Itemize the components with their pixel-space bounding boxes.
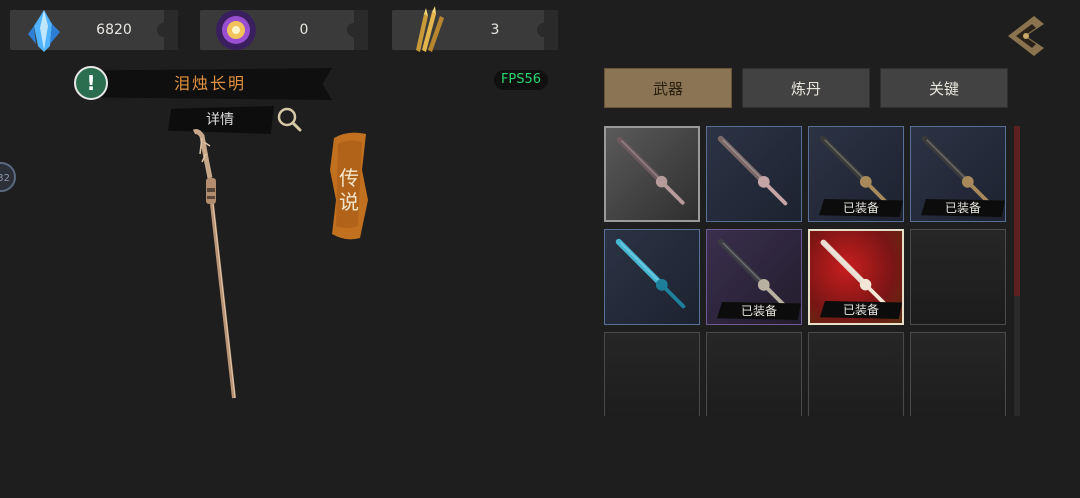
spear-icon — [615, 238, 686, 309]
inventory-slot[interactable] — [604, 126, 700, 222]
arrows-amount: 3 — [490, 22, 500, 38]
currency-orb[interactable]: 0 — [200, 10, 368, 50]
info-icon[interactable]: ! — [74, 66, 108, 100]
inventory-scrollbar[interactable] — [1014, 126, 1020, 416]
inventory-slot[interactable] — [706, 332, 802, 416]
golden-arrows-icon — [416, 6, 444, 52]
slot-notch — [347, 10, 368, 50]
magnifier-icon[interactable] — [274, 104, 304, 134]
inventory-grid: 已装备 已装备 已装备 已装备 — [604, 126, 1008, 416]
inventory-slot[interactable] — [910, 332, 1006, 416]
tab-weapons[interactable]: 武器 — [604, 68, 732, 108]
equipped-tag: 已装备 — [820, 301, 902, 319]
slot-notch — [157, 10, 178, 50]
crystal-amount: 6820 — [96, 22, 132, 38]
fps-counter: FPS56 — [494, 70, 548, 90]
sword-icon — [717, 135, 788, 206]
inventory-slot[interactable] — [910, 229, 1006, 325]
inventory-slot[interactable]: 已装备 — [808, 229, 904, 325]
equipped-tag: 已装备 — [717, 302, 801, 320]
back-arrow-icon[interactable] — [1006, 14, 1046, 58]
tab-key-items[interactable]: 关键 — [880, 68, 1008, 108]
equipped-tag: 已装备 — [819, 199, 903, 217]
side-badge[interactable]: 32 — [0, 162, 16, 192]
weapon-staff-illustration — [192, 129, 236, 399]
inventory-slot[interactable] — [604, 332, 700, 416]
currency-crystal[interactable]: 6820 — [10, 10, 178, 52]
weapon-name: 泪烛长明 — [173, 74, 246, 93]
rarity-label: 传说 — [339, 166, 359, 214]
slot-notch — [537, 10, 558, 50]
golden-orb-icon — [216, 10, 256, 50]
inventory-slot[interactable]: 已装备 — [808, 126, 904, 222]
inventory-slot[interactable] — [706, 126, 802, 222]
inventory-slot[interactable] — [604, 229, 700, 325]
currency-arrows[interactable]: 3 — [392, 6, 558, 52]
inventory-slot[interactable]: 已装备 — [910, 126, 1006, 222]
blue-crystal-icon — [28, 10, 60, 52]
inventory-slot[interactable] — [808, 332, 904, 416]
inventory-slot[interactable]: 已装备 — [706, 229, 802, 325]
tab-alchemy[interactable]: 炼丹 — [742, 68, 870, 108]
sword-icon — [616, 136, 685, 205]
orb-amount: 0 — [299, 22, 309, 38]
scroll-thumb[interactable] — [1014, 126, 1020, 296]
equipped-tag: 已装备 — [921, 199, 1005, 217]
